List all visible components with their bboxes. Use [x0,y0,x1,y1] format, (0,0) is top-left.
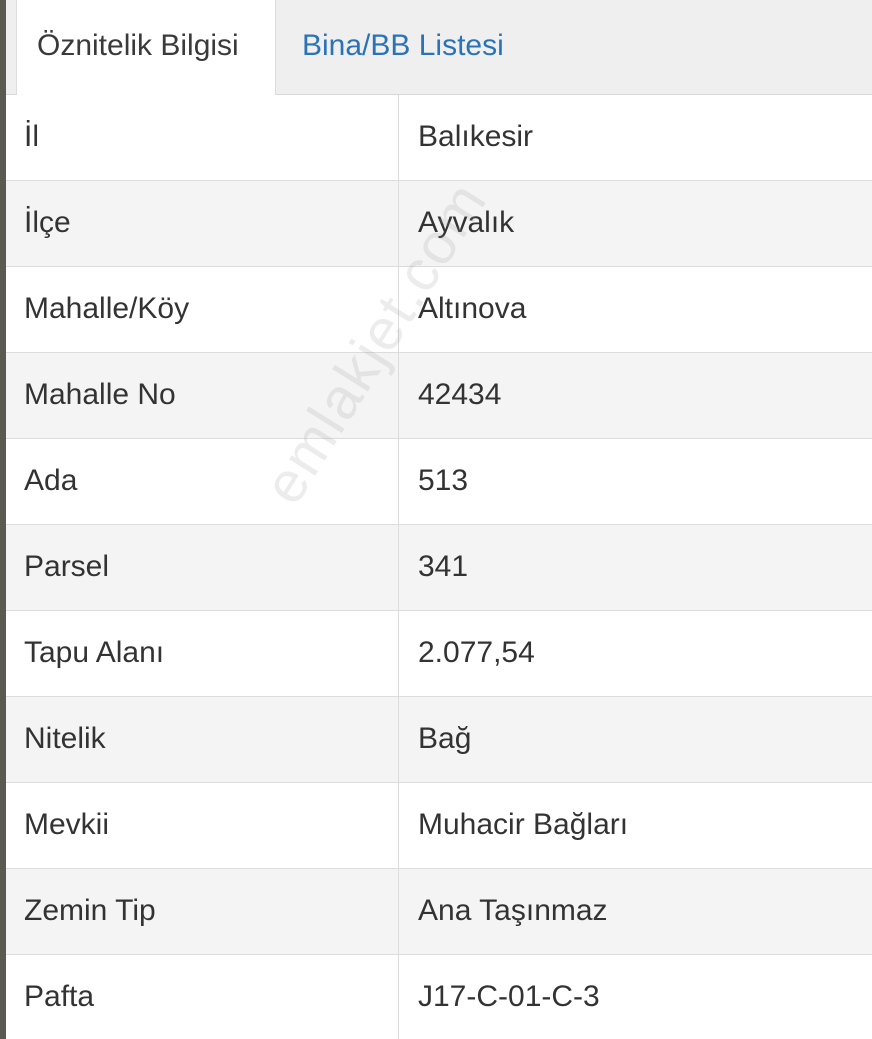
row-value: Ana Taşınmaz [418,894,608,927]
column-divider [398,611,399,696]
row-value: Bağ [418,722,472,755]
table-row: İl Balıkesir [6,95,872,181]
row-value: Ayvalık [418,206,515,239]
row-key: Zemin Tip [24,894,156,927]
table-row: Pafta J17-C-01-C-3 [6,955,872,1039]
table-row: Zemin Tip Ana Taşınmaz [6,869,872,955]
row-key: Parsel [24,550,110,583]
row-key: Mahalle/Köy [24,292,190,325]
row-key: Mahalle No [24,378,176,411]
row-value: 341 [418,550,469,583]
row-key: İl [24,120,39,153]
row-value: Balıkesir [418,120,534,153]
row-key: Mevkii [24,808,110,841]
row-key: Ada [24,464,78,497]
column-divider [398,525,399,610]
table-row: İlçe Ayvalık [6,181,872,267]
tab-oznitelik-bilgisi[interactable]: Öznitelik Bilgisi [16,0,276,96]
tab-bar: Öznitelik Bilgisi Bina/BB Listesi [6,0,872,96]
row-key: Tapu Alanı [24,636,165,669]
table-row: Mahalle/Köy Altınova [6,267,872,353]
table-row: Mahalle No 42434 [6,353,872,439]
table-row: Mevkii Muhacir Bağları [6,783,872,869]
column-divider [398,697,399,782]
row-value: 42434 [418,378,502,411]
column-divider [398,181,399,266]
column-divider [398,955,399,1039]
row-value: 513 [418,464,469,497]
column-divider [398,439,399,524]
row-value: 2.077,54 [418,636,535,669]
column-divider [398,783,399,868]
row-value: Altınova [418,292,527,325]
row-value: Muhacir Bağları [418,808,629,841]
row-key: İlçe [24,206,71,239]
column-divider [398,353,399,438]
tab-bina-bb-listesi[interactable]: Bina/BB Listesi [284,0,584,95]
column-divider [398,869,399,954]
table-row: Nitelik Bağ [6,697,872,783]
attribute-panel: Öznitelik Bilgisi Bina/BB Listesi İl Bal… [0,0,872,1039]
row-key: Nitelik [24,722,106,755]
table-row: Ada 513 [6,439,872,525]
table-row: Tapu Alanı 2.077,54 [6,611,872,697]
table-row: Parsel 341 [6,525,872,611]
column-divider [398,95,399,180]
column-divider [398,267,399,352]
row-value: J17-C-01-C-3 [418,980,600,1013]
row-key: Pafta [24,980,95,1013]
attribute-table: İl Balıkesir İlçe Ayvalık Mahalle/Köy Al… [6,95,872,1039]
